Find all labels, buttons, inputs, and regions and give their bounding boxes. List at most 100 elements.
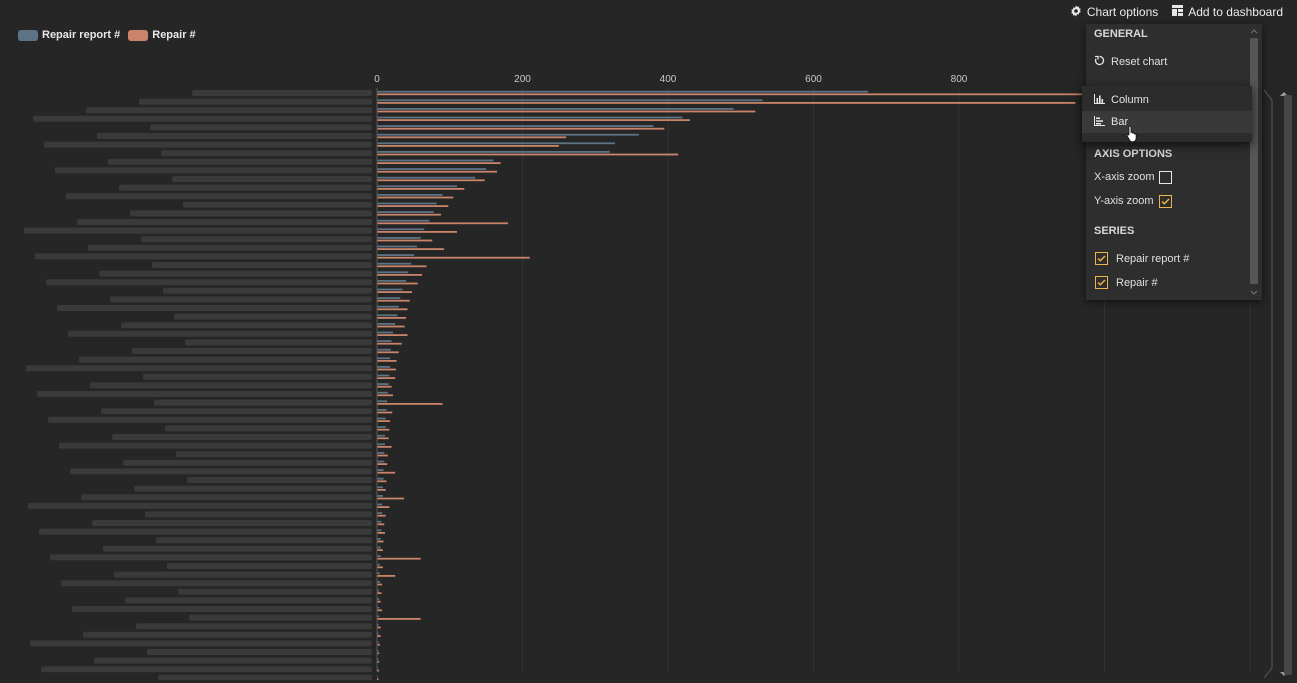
category-label-obscured — [192, 90, 372, 96]
bar-repair-report — [377, 340, 392, 342]
legend-item-repair-report[interactable]: Repair report # — [18, 29, 120, 41]
series-checkbox-repair-report[interactable] — [1095, 252, 1108, 265]
series-item-repair-report[interactable]: Repair report # — [1095, 252, 1189, 265]
bar-repair-report — [377, 357, 391, 360]
bar-repair — [377, 385, 392, 388]
category-label-obscured — [154, 399, 372, 406]
bar-repair — [377, 342, 402, 345]
bar-repair — [377, 583, 383, 586]
category-label-obscured — [108, 158, 372, 165]
category-label-obscured — [161, 150, 372, 157]
category-label-obscured — [119, 184, 372, 191]
chart-type-column-option[interactable]: Column — [1082, 89, 1252, 111]
bar-repair — [377, 446, 392, 448]
series-checkbox-repair[interactable] — [1095, 276, 1108, 289]
bar-repair — [377, 93, 1120, 96]
bar-repair-report — [377, 168, 487, 170]
chart-options-button[interactable]: Chart options — [1070, 4, 1158, 20]
gear-icon — [1070, 5, 1082, 20]
bar-repair — [377, 231, 458, 233]
add-to-dashboard-button[interactable]: Add to dashboard — [1172, 4, 1283, 20]
category-label-obscured — [83, 631, 372, 638]
bar-repair-report — [377, 176, 476, 179]
bar-repair-report — [377, 262, 412, 265]
bar-repair-report — [377, 495, 383, 497]
bar-repair — [377, 532, 386, 534]
bar-repair-report — [377, 159, 494, 162]
x-axis-zoom-row[interactable]: X-axis zoom — [1094, 171, 1155, 183]
bar-repair-report — [377, 108, 734, 110]
category-label-obscured — [92, 520, 372, 526]
bar-repair — [377, 403, 443, 405]
pointer-hand-icon — [1126, 125, 1137, 142]
bar-repair — [377, 162, 501, 164]
bar-repair — [377, 454, 388, 457]
category-label-obscured — [145, 511, 372, 518]
bar-repair — [377, 394, 394, 397]
category-label-obscured — [101, 408, 372, 415]
category-label-obscured — [172, 176, 372, 182]
y-axis-zoom-row[interactable]: Y-axis zoom — [1094, 195, 1154, 207]
dashboard-icon — [1172, 5, 1184, 19]
chart-type-bar-option[interactable]: Bar — [1082, 111, 1252, 133]
bar-repair — [377, 179, 485, 182]
bar-repair — [377, 102, 1076, 104]
chart-scrollbar-thumb[interactable] — [1284, 95, 1292, 675]
bar-repair — [377, 377, 396, 379]
bar-repair — [377, 308, 408, 311]
bar-repair-report — [377, 374, 390, 377]
category-label-obscured — [81, 494, 372, 501]
category-label-obscured — [26, 365, 372, 372]
menu-scrollbar-thumb[interactable] — [1250, 38, 1258, 284]
category-label-obscured — [79, 356, 372, 363]
bar-repair-report — [377, 348, 391, 351]
bar-repair — [377, 317, 407, 319]
reset-chart-item[interactable]: Reset chart — [1094, 55, 1167, 69]
bar-repair-report — [377, 133, 639, 136]
bar-repair — [377, 618, 421, 620]
bar-chart-icon — [1094, 115, 1105, 129]
category-label-obscured — [132, 348, 372, 354]
bar-repair — [377, 489, 386, 491]
y-axis-zoom-checkbox[interactable] — [1159, 195, 1172, 208]
legend-item-repair[interactable]: Repair # — [128, 29, 196, 41]
category-label-obscured — [183, 201, 372, 208]
category-label-obscured — [88, 244, 372, 251]
category-label-obscured — [174, 313, 372, 320]
category-label-obscured — [97, 133, 372, 139]
category-label-obscured — [94, 657, 372, 664]
bar-repair-report — [377, 237, 421, 239]
x-axis-zoom-checkbox[interactable] — [1159, 171, 1172, 184]
bar-repair-report — [377, 90, 869, 93]
check-icon — [1161, 198, 1170, 205]
chart-options-menu: GENERAL Reset chart AXIS OPTIONS X-axis … — [1086, 24, 1262, 300]
category-label-obscured — [176, 451, 372, 458]
bar-repair — [377, 360, 397, 362]
category-label-obscured — [123, 459, 372, 466]
y-axis-zoom-label: Y-axis zoom — [1094, 195, 1154, 207]
bar-repair — [377, 145, 559, 147]
bar-repair-report — [377, 546, 381, 549]
bar-repair-report — [377, 400, 388, 403]
bar-repair-report — [377, 538, 381, 540]
bar-repair-report — [377, 503, 383, 506]
category-label-obscured — [28, 502, 372, 509]
category-label-obscured — [136, 623, 372, 630]
bar-repair-report — [377, 366, 391, 368]
category-label-obscured — [46, 279, 372, 286]
bar-repair — [377, 506, 390, 508]
category-label-obscured — [185, 339, 372, 346]
series-item-repair[interactable]: Repair # — [1095, 276, 1158, 289]
bar-repair-report — [377, 194, 443, 196]
x-tick-label: 0 — [374, 74, 380, 85]
category-label-obscured — [50, 554, 372, 561]
category-label-obscured — [59, 442, 372, 449]
category-label-obscured — [33, 115, 372, 122]
category-label-obscured — [156, 537, 372, 544]
category-label-obscured — [165, 425, 372, 432]
chart-options-label: Chart options — [1086, 5, 1159, 19]
category-label-obscured — [143, 373, 372, 380]
bar-repair-report — [377, 460, 385, 463]
bar-repair — [377, 420, 391, 422]
bar-repair-report — [377, 434, 386, 437]
